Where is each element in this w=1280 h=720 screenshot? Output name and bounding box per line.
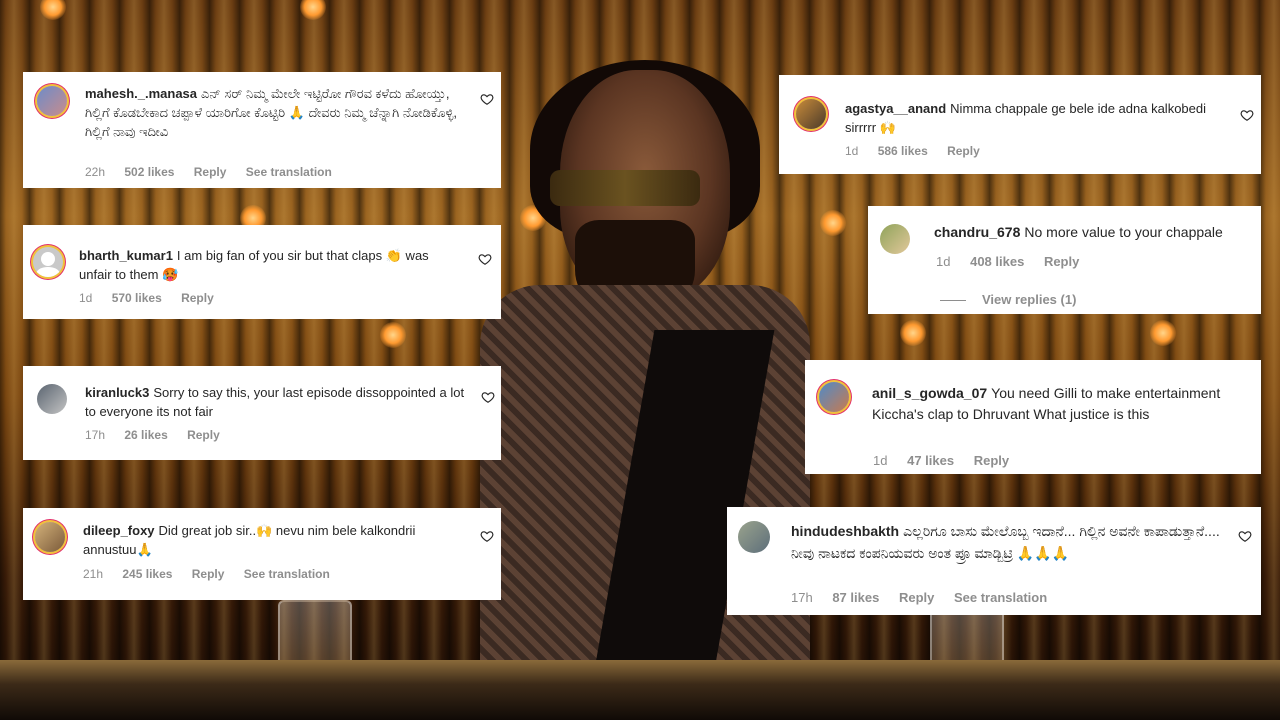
- reply-button[interactable]: Reply: [947, 144, 980, 158]
- comment-text: hindudeshbakth ಎಲ್ಲರಿಗೂ ಬಾಸು ಮೇಲೊಬ್ಬ ಇದಾನ…: [791, 520, 1221, 564]
- reply-button[interactable]: Reply: [974, 453, 1009, 468]
- comment-card: mahesh._.manasa ಎನ್ ಸರ್ ನಿಮ್ಮ ಮೇಲೇ ಇಟ್ಟಿರ…: [23, 72, 501, 188]
- likes-count[interactable]: 26 likes: [124, 428, 167, 442]
- comment-username[interactable]: dileep_foxy: [83, 523, 155, 538]
- comment-username[interactable]: chandru_678: [934, 224, 1020, 240]
- see-translation-button[interactable]: See translation: [954, 590, 1047, 605]
- comment-time: 1d: [845, 144, 859, 158]
- reply-button[interactable]: Reply: [194, 165, 227, 179]
- avatar[interactable]: [819, 382, 849, 412]
- comment-time: 1d: [936, 254, 951, 269]
- comment-username[interactable]: anil_s_gowda_07: [872, 385, 987, 401]
- comment-card: agastya__anand Nimma chappale ge bele ide…: [779, 75, 1261, 174]
- comment-card: anil_s_gowda_07 You need Gilli to make en…: [805, 360, 1261, 474]
- heart-icon[interactable]: [480, 92, 494, 106]
- comment-meta: 17h 87 likes Reply See translation: [791, 590, 1063, 605]
- heart-icon[interactable]: [481, 390, 495, 404]
- likes-count[interactable]: 408 likes: [970, 254, 1024, 269]
- reply-button[interactable]: Reply: [192, 567, 225, 581]
- comment-username[interactable]: kiranluck3: [85, 385, 149, 400]
- comment-meta: 22h 502 likes Reply See translation: [85, 165, 348, 179]
- default-avatar[interactable]: [33, 247, 63, 277]
- likes-count[interactable]: 87 likes: [832, 590, 879, 605]
- comment-time: 21h: [83, 567, 104, 581]
- likes-count[interactable]: 245 likes: [122, 567, 172, 581]
- comment-text: dileep_foxy Did great job sir..🙌 nevu nim…: [83, 521, 453, 559]
- comment-time: 17h: [791, 590, 813, 605]
- comment-text: bharth_kumar1 I am big fan of you sir but…: [79, 246, 449, 284]
- avatar[interactable]: [37, 384, 67, 414]
- avatar[interactable]: [37, 86, 67, 116]
- comment-time: 22h: [85, 165, 106, 179]
- comment-meta: 17h 26 likes Reply: [85, 428, 236, 442]
- likes-count[interactable]: 502 likes: [124, 165, 174, 179]
- comment-time: 1d: [873, 453, 888, 468]
- comment-text: chandru_678 No more value to your chappal…: [934, 223, 1254, 242]
- comment-meta: 1d 570 likes Reply: [79, 291, 230, 305]
- comment-meta: 1d 47 likes Reply: [873, 453, 1025, 468]
- comment-text: anil_s_gowda_07 You need Gilli to make en…: [872, 383, 1252, 425]
- comment-text: kiranluck3 Sorry to say this, your last e…: [85, 383, 465, 421]
- comment-meta: 1d 586 likes Reply: [845, 144, 996, 158]
- avatar[interactable]: [880, 224, 910, 254]
- comment-card: dileep_foxy Did great job sir..🙌 nevu nim…: [23, 508, 501, 600]
- comment-card: chandru_678 No more value to your chappal…: [868, 206, 1261, 314]
- comment-text: mahesh._.manasa ಎನ್ ಸರ್ ನಿಮ್ಮ ಮೇಲೇ ಇಟ್ಟಿರ…: [85, 84, 465, 141]
- comment-time: 17h: [85, 428, 106, 442]
- comment-text: agastya__anand Nimma chappale ge bele ide…: [845, 99, 1235, 137]
- comment-username[interactable]: hindudeshbakth: [791, 523, 899, 539]
- reply-button[interactable]: Reply: [181, 291, 214, 305]
- comment-card: hindudeshbakth ಎಲ್ಲರಿಗೂ ಬಾಸು ಮೇಲೊಬ್ಬ ಇದಾನ…: [727, 507, 1261, 615]
- reply-button[interactable]: Reply: [187, 428, 220, 442]
- comment-card: kiranluck3 Sorry to say this, your last e…: [23, 366, 501, 460]
- reply-button[interactable]: Reply: [899, 590, 934, 605]
- comment-body: No more value to your chappale: [1024, 224, 1223, 240]
- comment-username[interactable]: bharth_kumar1: [79, 248, 173, 263]
- view-replies-label[interactable]: View replies (1): [982, 292, 1076, 307]
- avatar[interactable]: [796, 99, 826, 129]
- comment-meta: 21h 245 likes Reply See translation: [83, 567, 346, 581]
- divider: [940, 300, 966, 302]
- avatar[interactable]: [738, 521, 770, 553]
- see-translation-button[interactable]: See translation: [246, 165, 332, 179]
- reply-button[interactable]: Reply: [1044, 254, 1079, 269]
- comment-time: 1d: [79, 291, 93, 305]
- heart-icon[interactable]: [478, 252, 492, 266]
- comment-meta: 1d 408 likes Reply: [936, 254, 1095, 269]
- view-replies-button[interactable]: View replies (1): [940, 292, 1076, 307]
- comment-username[interactable]: agastya__anand: [845, 101, 946, 116]
- likes-count[interactable]: 570 likes: [112, 291, 162, 305]
- heart-icon[interactable]: [1238, 529, 1252, 543]
- see-translation-button[interactable]: See translation: [244, 567, 330, 581]
- likes-count[interactable]: 586 likes: [878, 144, 928, 158]
- likes-count[interactable]: 47 likes: [907, 453, 954, 468]
- comment-card: bharth_kumar1 I am big fan of you sir but…: [23, 225, 501, 319]
- heart-icon[interactable]: [480, 529, 494, 543]
- comment-username[interactable]: mahesh._.manasa: [85, 86, 197, 101]
- heart-icon[interactable]: [1240, 108, 1254, 122]
- avatar[interactable]: [35, 522, 65, 552]
- desk: [0, 660, 1280, 720]
